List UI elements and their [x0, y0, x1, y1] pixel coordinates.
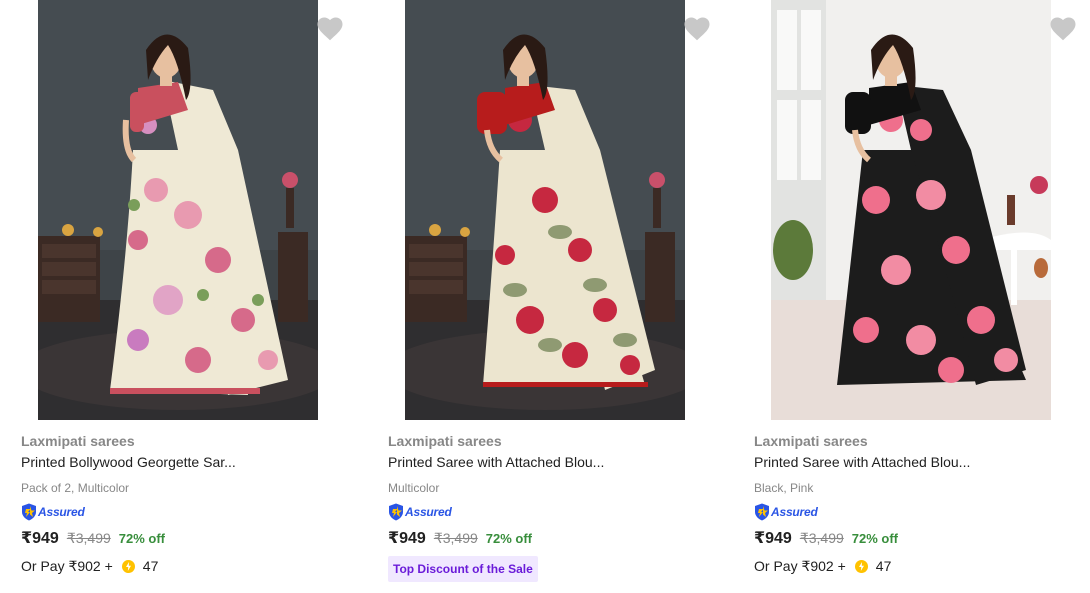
product-image[interactable] [38, 0, 318, 420]
product-card[interactable]: Laxmipati sarees Printed Saree with Atta… [387, 0, 717, 593]
supercoin-pay-row: Or Pay ₹902 + 47 [21, 557, 158, 575]
assured-label: Assured [38, 505, 85, 519]
product-title[interactable]: Printed Bollywood Georgette Sar... [21, 454, 236, 470]
product-variant: Pack of 2, Multicolor [21, 481, 130, 495]
wishlist-heart-icon[interactable] [682, 14, 712, 44]
original-price: ₹3,499 [66, 530, 111, 546]
saree-model-image [405, 0, 685, 420]
coin-count: 47 [142, 558, 159, 574]
selling-price: ₹949 [754, 530, 792, 547]
product-image[interactable] [771, 0, 1051, 420]
supercoin-icon [854, 559, 868, 573]
discount-percent: 72% off [118, 531, 166, 546]
brand-name: Laxmipati sarees [388, 433, 502, 449]
product-title[interactable]: Printed Saree with Attached Blou... [388, 454, 604, 470]
price-row: ₹949 ₹3,499 72% off [21, 528, 165, 548]
saree-model-image [771, 0, 1051, 420]
saree-model-image [38, 0, 318, 420]
assured-badge: Assured [754, 502, 818, 522]
assured-label: Assured [771, 505, 818, 519]
coin-count: 47 [875, 558, 892, 574]
product-image[interactable] [405, 0, 685, 420]
supercoin-icon [121, 559, 135, 573]
supercoin-pay-row: Or Pay ₹902 + 47 [754, 557, 891, 575]
product-card[interactable]: Laxmipati sarees Printed Bollywood Georg… [20, 0, 350, 593]
discount-percent: 72% off [485, 531, 533, 546]
selling-price: ₹949 [21, 530, 59, 547]
assured-shield-icon [389, 503, 403, 521]
assured-shield-icon [22, 503, 36, 521]
wishlist-heart-icon[interactable] [315, 14, 345, 44]
assured-shield-icon [755, 503, 769, 521]
product-variant: Black, Pink [754, 481, 814, 495]
pay-with-coins-text: Or Pay ₹902 + [754, 557, 846, 574]
brand-name: Laxmipati sarees [21, 433, 135, 449]
original-price: ₹3,499 [433, 530, 478, 546]
selling-price: ₹949 [388, 530, 426, 547]
discount-percent: 72% off [851, 531, 899, 546]
assured-label: Assured [405, 505, 452, 519]
top-discount-badge: Top Discount of the Sale [388, 556, 538, 582]
product-title[interactable]: Printed Saree with Attached Blou... [754, 454, 970, 470]
assured-badge: Assured [21, 502, 85, 522]
product-card[interactable]: Laxmipati sarees Printed Saree with Atta… [753, 0, 1083, 593]
product-variant: Multicolor [388, 481, 440, 495]
brand-name: Laxmipati sarees [754, 433, 868, 449]
assured-badge: Assured [388, 502, 452, 522]
pay-with-coins-text: Or Pay ₹902 + [21, 557, 113, 574]
price-row: ₹949 ₹3,499 72% off [754, 528, 898, 548]
price-row: ₹949 ₹3,499 72% off [388, 528, 532, 548]
original-price: ₹3,499 [799, 530, 844, 546]
wishlist-heart-icon[interactable] [1048, 14, 1078, 44]
